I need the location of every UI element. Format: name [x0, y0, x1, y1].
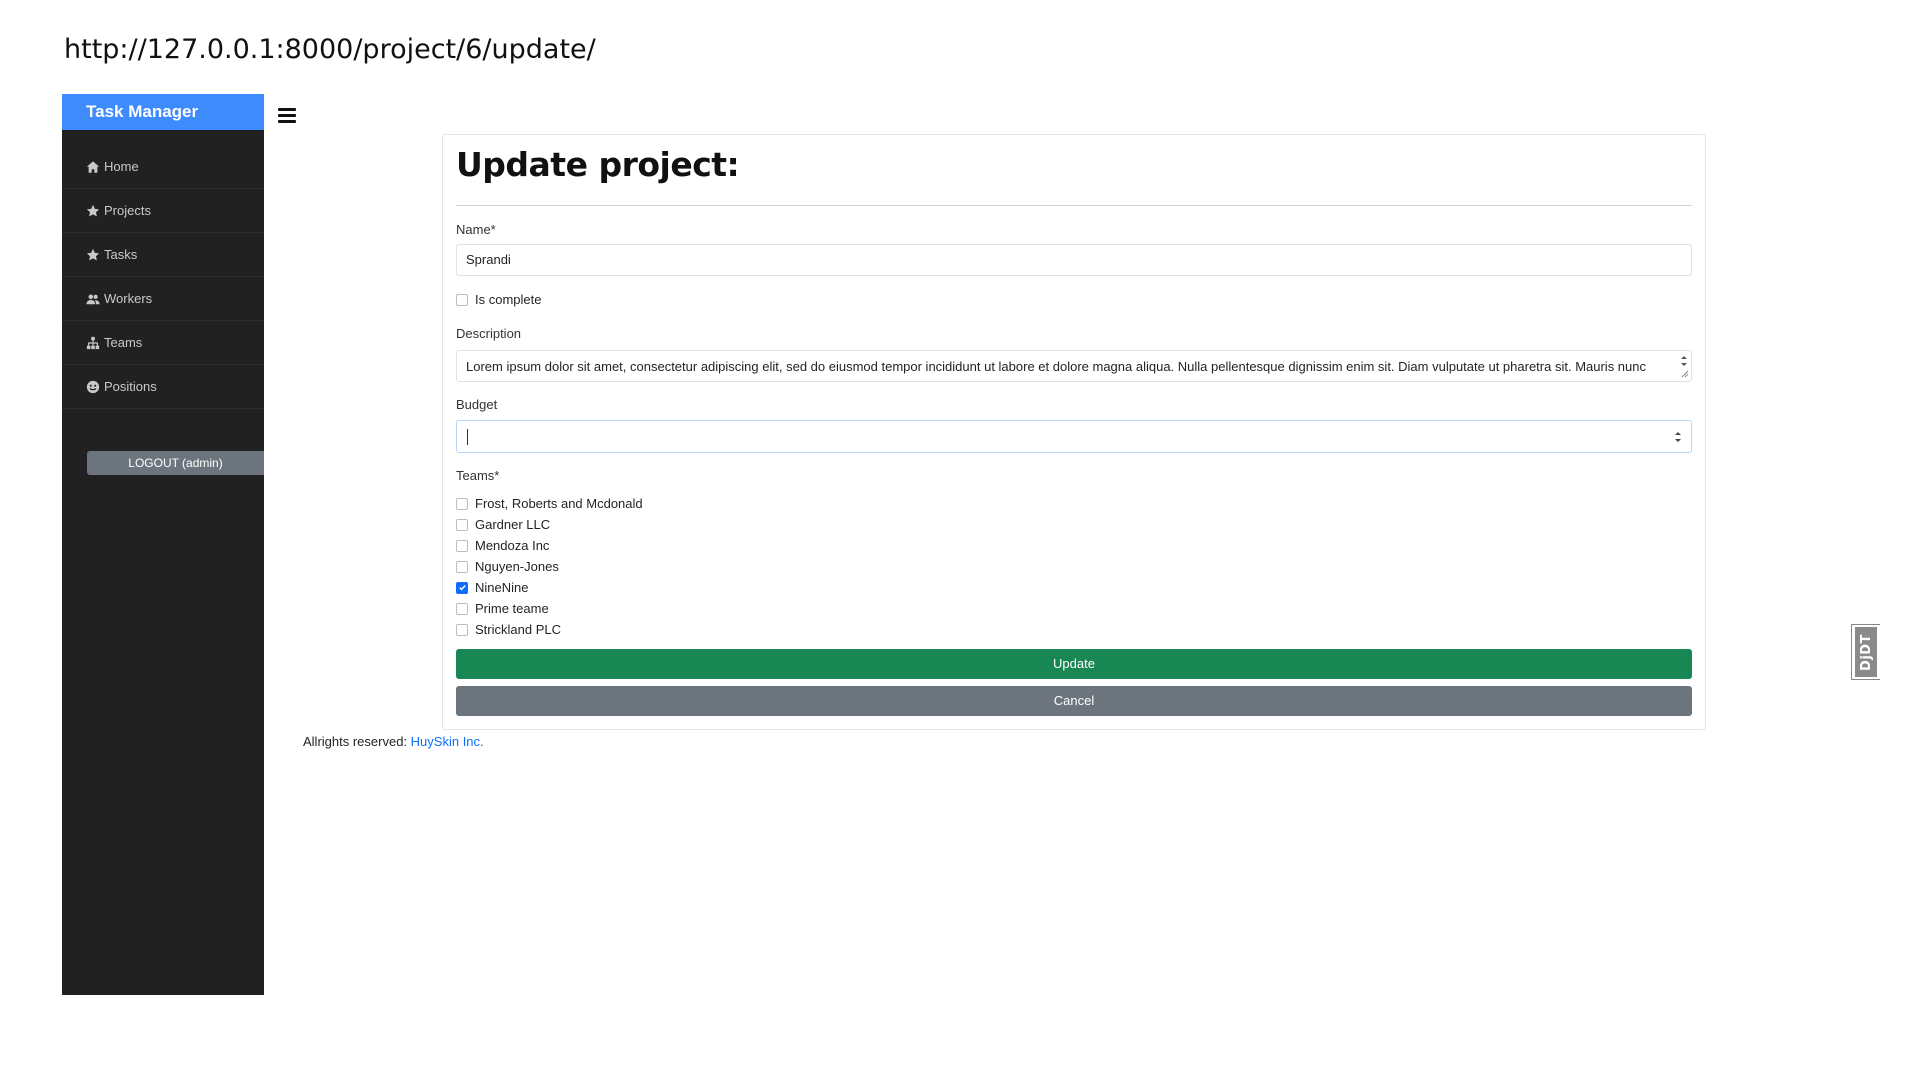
footer: Allrights reserved: HuySkin Inc. — [303, 734, 484, 749]
sidebar-nav: Home Projects Tasks Workers Teams Positi… — [62, 145, 264, 409]
team-label: Strickland PLC — [475, 622, 561, 637]
is-complete-label: Is complete — [475, 292, 542, 307]
team-label: Prime teame — [475, 601, 549, 616]
page-title: Update project: — [456, 145, 740, 184]
team-checkbox-row[interactable]: Nguyen-Jones — [456, 559, 559, 574]
team-checkbox[interactable] — [456, 497, 468, 510]
cancel-button[interactable]: Cancel — [456, 686, 1692, 716]
url-text: http://127.0.0.1:8000/project/6/update/ — [64, 34, 596, 65]
star-icon — [86, 204, 100, 218]
number-spinner-icon[interactable] — [1674, 430, 1682, 444]
team-checkbox-row[interactable]: Mendoza Inc — [456, 538, 549, 553]
budget-label: Budget — [456, 397, 498, 412]
team-checkbox-row[interactable]: Gardner LLC — [456, 517, 550, 532]
check-icon — [458, 585, 466, 591]
hamburger-menu-icon[interactable] — [278, 108, 296, 124]
users-icon — [86, 292, 100, 306]
textarea-resize-icon[interactable] — [1679, 353, 1689, 379]
sidebar-item-label: Tasks — [104, 247, 138, 262]
team-checkbox-row[interactable]: Prime teame — [456, 601, 549, 616]
sidebar-item-label: Positions — [104, 379, 157, 394]
update-button[interactable]: Update — [456, 649, 1692, 679]
sidebar-item-home[interactable]: Home — [62, 145, 264, 189]
sidebar-item-positions[interactable]: Positions — [62, 365, 264, 409]
brand-title[interactable]: Task Manager — [62, 94, 264, 130]
team-checkbox-row[interactable]: Frost, Roberts and Mcdonald — [456, 496, 643, 511]
name-label: Name* — [456, 222, 496, 237]
team-checkbox-row[interactable]: Strickland PLC — [456, 622, 561, 637]
description-label: Description — [456, 326, 522, 341]
team-checkbox[interactable] — [456, 560, 468, 573]
sidebar: Task Manager Home Projects Tasks Workers — [62, 94, 264, 995]
teams-label: Teams* — [456, 468, 500, 483]
description-text: Lorem ipsum dolor sit amet, consectetur … — [466, 359, 1646, 374]
is-complete-checkbox-row[interactable]: Is complete — [456, 292, 541, 307]
logout-button[interactable]: LOGOUT (admin) — [87, 451, 264, 475]
sidebar-item-projects[interactable]: Projects — [62, 189, 264, 233]
text-caret — [467, 429, 468, 445]
name-input[interactable]: Sprandi — [456, 244, 1692, 276]
sidebar-item-label: Home — [104, 159, 139, 174]
description-textarea[interactable]: Lorem ipsum dolor sit amet, consectetur … — [456, 350, 1692, 382]
star-icon — [86, 248, 100, 262]
sidebar-item-label: Workers — [104, 291, 153, 306]
sidebar-item-teams[interactable]: Teams — [62, 321, 264, 365]
home-icon — [86, 160, 100, 174]
sitemap-icon — [86, 336, 100, 350]
team-checkbox[interactable] — [456, 539, 468, 552]
is-complete-checkbox[interactable] — [456, 293, 468, 306]
team-label: Frost, Roberts and Mcdonald — [475, 496, 643, 511]
debug-toolbar-handle[interactable]: DjDT — [1851, 624, 1880, 680]
team-label: Nguyen-Jones — [475, 559, 559, 574]
budget-input[interactable] — [456, 420, 1692, 453]
footer-link[interactable]: HuySkin Inc. — [411, 734, 484, 749]
sidebar-item-label: Teams — [104, 335, 143, 350]
team-label: NineNine — [475, 580, 529, 595]
sidebar-item-workers[interactable]: Workers — [62, 277, 264, 321]
smile-icon — [86, 380, 100, 394]
debug-toolbar-label: DjDT — [1855, 627, 1877, 677]
team-checkbox[interactable] — [456, 623, 468, 636]
team-checkbox-row[interactable]: NineNine — [456, 580, 528, 595]
team-checkbox[interactable] — [456, 518, 468, 531]
team-checkbox[interactable] — [456, 602, 468, 615]
team-label: Mendoza Inc — [475, 538, 550, 553]
team-checkbox[interactable] — [456, 581, 468, 594]
sidebar-item-tasks[interactable]: Tasks — [62, 233, 264, 277]
title-divider — [456, 205, 1692, 206]
team-label: Gardner LLC — [475, 517, 551, 532]
update-project-card: Update project: Name* Sprandi Is complet… — [442, 134, 1706, 730]
footer-text: Allrights reserved: — [303, 734, 408, 749]
sidebar-item-label: Projects — [104, 203, 151, 218]
